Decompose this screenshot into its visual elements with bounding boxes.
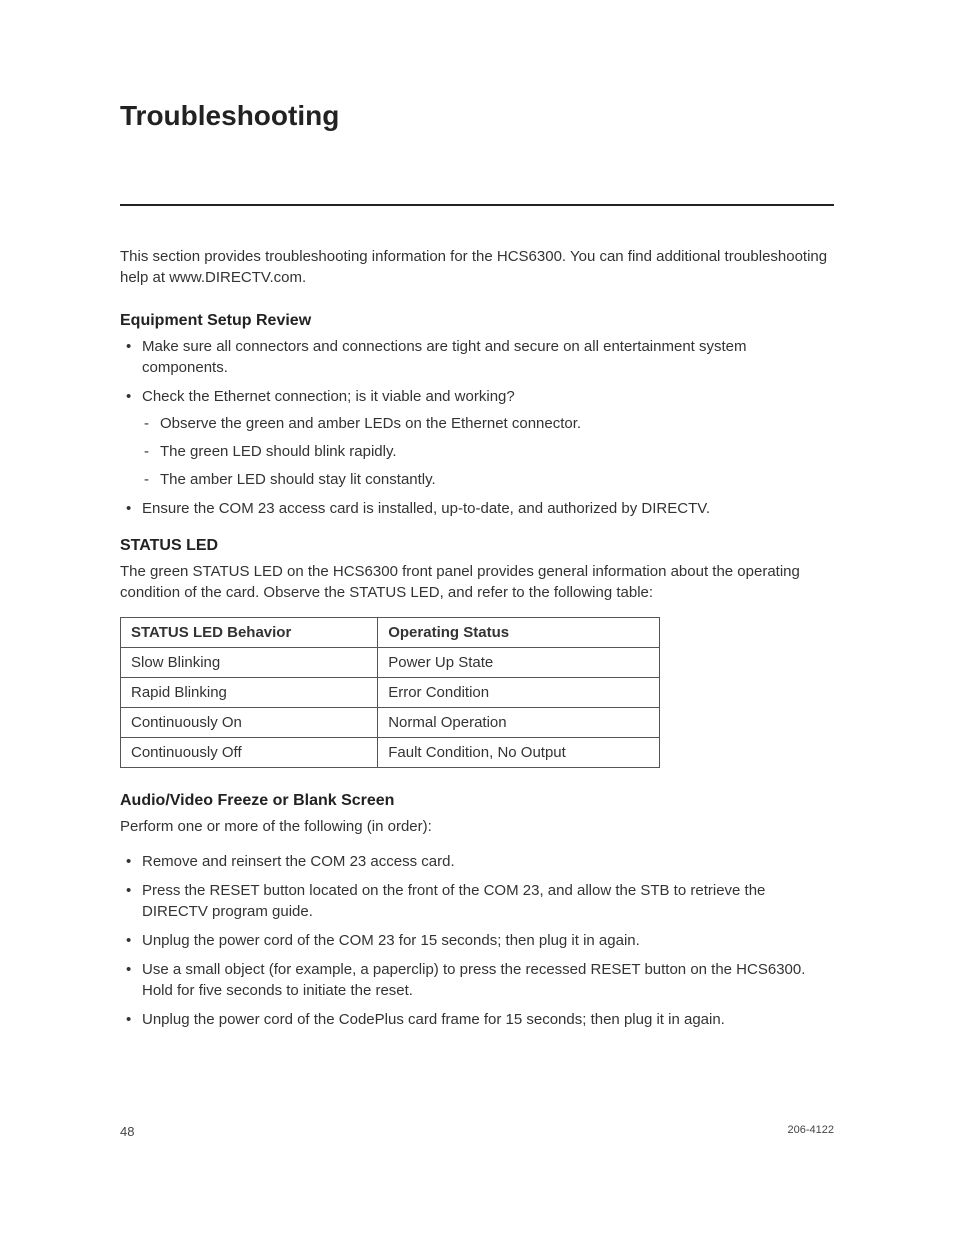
list-item: Ensure the COM 23 access card is install… (120, 498, 834, 519)
ethernet-sublist: Observe the green and amber LEDs on the … (142, 413, 834, 490)
table-header-row: STATUS LED Behavior Operating Status (121, 618, 660, 648)
table-header-cell: Operating Status (378, 618, 660, 648)
list-item: Remove and reinsert the COM 23 access ca… (120, 851, 834, 872)
list-item-text: Check the Ethernet connection; is it via… (142, 388, 515, 405)
table-row: Rapid Blinking Error Condition (121, 678, 660, 708)
table-row: Continuously On Normal Operation (121, 708, 660, 738)
table-header-cell: STATUS LED Behavior (121, 618, 378, 648)
status-led-intro: The green STATUS LED on the HCS6300 fron… (120, 561, 834, 603)
equipment-heading: Equipment Setup Review (120, 312, 834, 330)
list-item: The amber LED should stay lit constantly… (142, 469, 834, 491)
table-row: Slow Blinking Power Up State (121, 648, 660, 678)
page-title: Troubleshooting (120, 100, 834, 132)
av-freeze-intro: Perform one or more of the following (in… (120, 816, 834, 837)
table-cell: Error Condition (378, 678, 660, 708)
table-cell: Normal Operation (378, 708, 660, 738)
list-item: Unplug the power cord of the CodePlus ca… (120, 1009, 834, 1030)
status-led-table: STATUS LED Behavior Operating Status Slo… (120, 617, 660, 768)
list-item: Observe the green and amber LEDs on the … (142, 413, 834, 435)
list-item: The green LED should blink rapidly. (142, 441, 834, 463)
av-freeze-list: Remove and reinsert the COM 23 access ca… (120, 851, 834, 1030)
table-cell: Power Up State (378, 648, 660, 678)
list-item: Make sure all connectors and connections… (120, 336, 834, 378)
list-item: Unplug the power cord of the COM 23 for … (120, 930, 834, 951)
intro-paragraph: This section provides troubleshooting in… (120, 246, 834, 288)
list-item: Use a small object (for example, a paper… (120, 959, 834, 1001)
table-cell: Continuously On (121, 708, 378, 738)
equipment-list: Make sure all connectors and connections… (120, 336, 834, 519)
table-cell: Continuously Off (121, 738, 378, 768)
list-item: Press the RESET button located on the fr… (120, 880, 834, 922)
page-footer: 48 206-4122 (120, 1124, 834, 1139)
table-cell: Slow Blinking (121, 648, 378, 678)
table-cell: Fault Condition, No Output (378, 738, 660, 768)
document-page: Troubleshooting This section provides tr… (0, 0, 954, 1235)
av-freeze-heading: Audio/Video Freeze or Blank Screen (120, 792, 834, 810)
status-led-heading: STATUS LED (120, 537, 834, 555)
table-row: Continuously Off Fault Condition, No Out… (121, 738, 660, 768)
list-item: Check the Ethernet connection; is it via… (120, 386, 834, 490)
page-number: 48 (120, 1124, 134, 1139)
table-cell: Rapid Blinking (121, 678, 378, 708)
horizontal-rule (120, 204, 834, 206)
document-number: 206-4122 (788, 1124, 835, 1139)
